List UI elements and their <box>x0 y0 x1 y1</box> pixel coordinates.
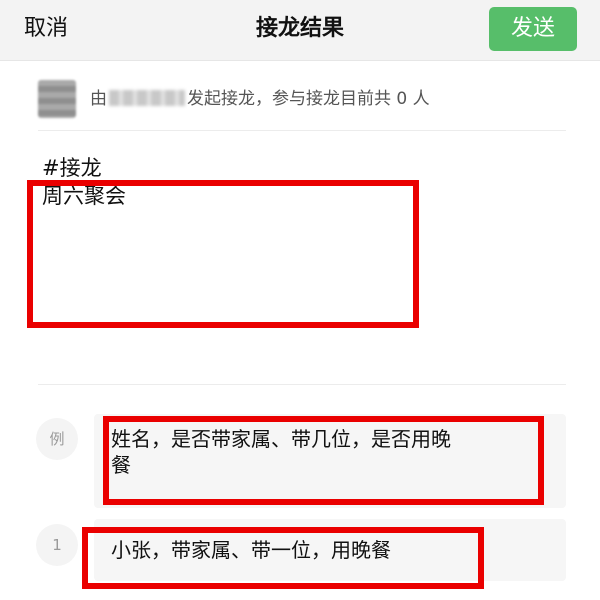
entry-index-example: 例 <box>36 418 78 460</box>
initiator-summary: 发起接龙，参与接龙目前共 0 人 <box>187 89 430 109</box>
chain-result-screen: 取消 接龙结果 发送 由发起接龙，参与接龙目前共 0 人 #接龙 周六聚会 例 … <box>0 0 600 600</box>
initiator-row: 由 发起接龙，参与接龙目前共 0 人 <box>38 78 578 120</box>
entry-index-1: 1 <box>36 524 78 566</box>
highlight-box-topic <box>27 180 419 328</box>
send-button[interactable]: 发送 <box>489 7 577 51</box>
highlight-box-entry-1 <box>82 527 484 589</box>
initiator-prefix: 由 <box>90 89 107 109</box>
divider <box>38 130 566 131</box>
divider <box>38 384 566 385</box>
navbar: 取消 接龙结果 发送 <box>0 0 600 61</box>
avatar <box>38 80 76 118</box>
blurred-initiator-name <box>109 90 185 106</box>
highlight-box-example <box>103 416 544 505</box>
initiator-info: 由 发起接龙，参与接龙目前共 0 人 <box>90 78 430 120</box>
topic-tag: #接龙 <box>42 156 102 180</box>
